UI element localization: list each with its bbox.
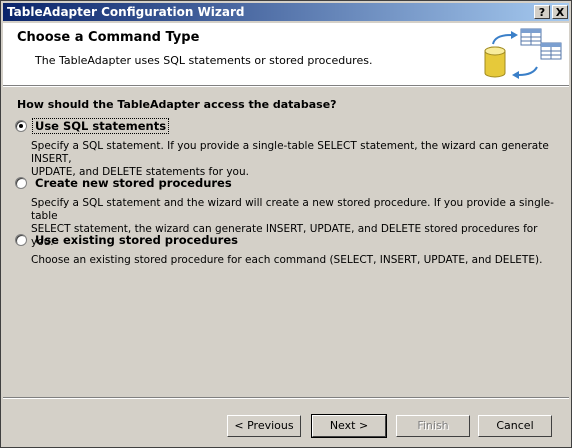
access-question: How should the TableAdapter access the d… — [17, 98, 337, 111]
description-line: Choose an existing stored procedure for … — [31, 254, 543, 266]
window-title: TableAdapter Configuration Wizard — [7, 5, 245, 19]
radio-sql-statements[interactable] — [15, 120, 27, 132]
header-divider — [3, 85, 569, 87]
wizard-header: Choose a Command Type The TableAdapter u… — [3, 23, 569, 85]
description-line: Specify a SQL statement and the wizard w… — [31, 197, 554, 222]
cancel-button[interactable]: Cancel — [478, 415, 552, 437]
radio-existing-procedures[interactable] — [15, 234, 27, 246]
option-label[interactable]: Create new stored procedures — [33, 176, 234, 190]
previous-button[interactable]: < Previous — [227, 415, 301, 437]
option-label[interactable]: Use existing stored procedures — [33, 233, 240, 247]
option-label[interactable]: Use SQL statements — [31, 118, 170, 134]
database-tables-icon — [484, 28, 562, 79]
close-button[interactable]: X — [552, 5, 568, 19]
page-title: Choose a Command Type — [17, 30, 200, 45]
description-line: Specify a SQL statement. If you provide … — [31, 140, 549, 165]
page-subtitle: The TableAdapter uses SQL statements or … — [35, 54, 373, 67]
help-button[interactable]: ? — [534, 5, 550, 19]
radio-create-procedures[interactable] — [15, 177, 27, 189]
footer-divider — [3, 397, 569, 399]
finish-button[interactable]: Finish — [396, 415, 470, 437]
title-bar[interactable]: TableAdapter Configuration Wizard ? X — [3, 3, 569, 21]
option-description: Choose an existing stored procedure for … — [31, 254, 561, 267]
option-description: Specify a SQL statement. If you provide … — [31, 140, 561, 179]
wizard-window: TableAdapter Configuration Wizard ? X Ch… — [0, 0, 572, 448]
next-button[interactable]: Next > — [311, 414, 387, 438]
